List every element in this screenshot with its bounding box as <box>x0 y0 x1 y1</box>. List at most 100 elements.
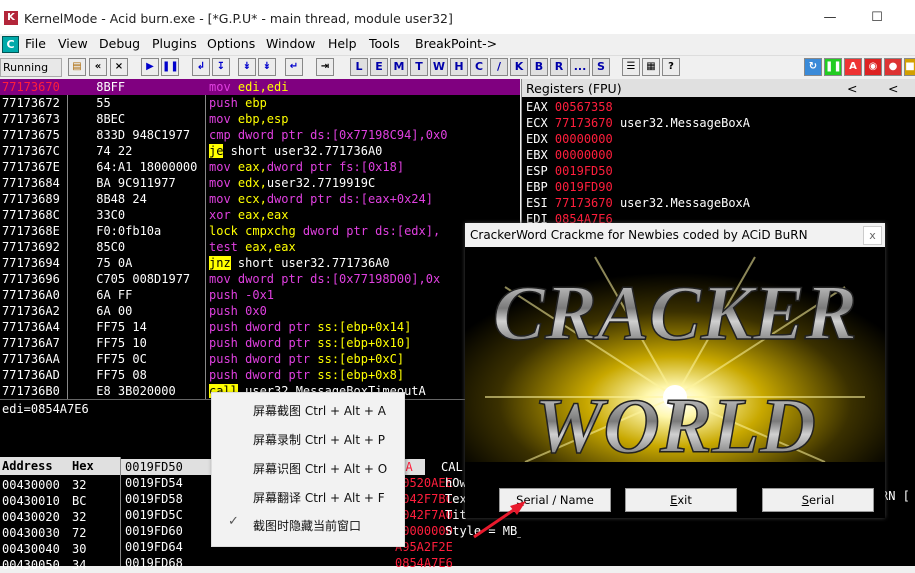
toolbar-letter-w[interactable]: W <box>430 58 448 76</box>
register-row[interactable]: EBX 00000000 <box>526 147 620 163</box>
toolbar-letter-m[interactable]: M <box>390 58 408 76</box>
disasm-row[interactable]: 7717368E F0:0fb10a lock cmpxchg dword ptr… <box>0 223 520 239</box>
menu-debug[interactable]: Debug <box>99 36 140 51</box>
stack-row[interactable]: 0019FD64 A95A2F2E <box>125 539 453 555</box>
instruction-token: ebp,esp <box>237 112 289 126</box>
toolbar-letter-slash[interactable]: / <box>490 58 508 76</box>
disasm-row[interactable]: 771736A7 FF75 10 push dword ptr ss:[ebp+0… <box>0 335 520 351</box>
instruction-token: mov <box>209 112 238 126</box>
disasm-row[interactable]: 77173692 85C0 test eax,eax <box>0 239 520 255</box>
toolbar-letter-b[interactable]: B <box>530 58 548 76</box>
toolbar-letter-s[interactable]: S <box>592 58 610 76</box>
menu-item-screen-record[interactable]: 屏幕录制 Ctrl + Alt + P <box>253 431 385 448</box>
menu-file[interactable]: File <box>25 36 46 51</box>
menu-view[interactable]: View <box>58 36 88 51</box>
toolbar-letter-dots[interactable]: ... <box>570 58 590 76</box>
options-icon[interactable]: ▦ <box>642 58 660 76</box>
execute-till-return-icon[interactable]: ↵ <box>285 58 303 76</box>
step-over-icon[interactable]: ↧ <box>212 58 230 76</box>
list-icon[interactable]: ☰ <box>622 58 640 76</box>
register-row[interactable]: EDX 00000000 <box>526 131 620 147</box>
disasm-row[interactable]: 77173694 75 0A jnz short user32.771736A0 <box>0 255 520 271</box>
menu-tools[interactable]: Tools <box>369 36 400 51</box>
maximize-button[interactable]: ☐ <box>862 6 892 30</box>
disasm-row[interactable]: 77173689 8B48 24 mov ecx,dword ptr ds:[ea… <box>0 191 520 207</box>
register-row[interactable]: ESI 77173670 user32.MessageBoxA <box>526 195 750 211</box>
menu-breakpoint[interactable]: BreakPoint-> <box>415 36 497 51</box>
disasm-row[interactable]: 77173684 BA 9C911977 mov edx,user32.77199… <box>0 175 520 191</box>
stack-row[interactable]: 0019FD68 0854A7E6 <box>125 555 453 571</box>
mdi-logo-icon[interactable]: C <box>2 36 19 53</box>
plugin-icon[interactable]: ■ <box>904 58 915 76</box>
disasm-row[interactable]: 771736A0 6A FF push -0x1 <box>0 287 520 303</box>
animate-into-icon[interactable]: ↡ <box>238 58 256 76</box>
stack-address: 0019FD58 <box>125 492 183 506</box>
menu-plugins[interactable]: Plugins <box>152 36 197 51</box>
exit-button[interactable]: Exit <box>625 488 737 512</box>
toolbar-letter-k[interactable]: K <box>510 58 528 76</box>
disasm-row[interactable]: 77173673 8BEC mov ebp,esp <box>0 111 520 127</box>
run-icon[interactable]: ▶ <box>141 58 159 76</box>
animate-over-icon[interactable]: ↡ <box>258 58 276 76</box>
menu-help[interactable]: Help <box>328 36 357 51</box>
register-row[interactable]: EAX 00567358 <box>526 99 620 115</box>
menu-item-screen-ocr[interactable]: 屏幕识图 Ctrl + Alt + O <box>253 460 387 477</box>
restart-icon[interactable]: « <box>89 58 107 76</box>
window-title: KernelMode - Acid burn.exe - [*G.P.U* - … <box>24 11 453 26</box>
disasm-row[interactable]: 771736AA FF75 0C push dword ptr ss:[ebp+0… <box>0 351 520 367</box>
menu-item-hide-window[interactable]: 截图时隐藏当前窗口 <box>253 517 361 534</box>
menu-item-screen-translate[interactable]: 屏幕翻译 Ctrl + Alt + F <box>253 489 385 506</box>
serial-button[interactable]: Serial <box>762 488 874 512</box>
stop-plugin-icon[interactable]: ● <box>884 58 902 76</box>
step-into-icon[interactable]: ↲ <box>192 58 210 76</box>
disasm-address: 77173672 <box>2 96 60 110</box>
disasm-row[interactable]: 7717368C 33C0 xor eax,eax <box>0 207 520 223</box>
prev-arrow-icon[interactable]: < <box>847 81 857 96</box>
menu-options[interactable]: Options <box>207 36 255 51</box>
disasm-instruction: mov edx,user32.7719919C <box>209 175 375 191</box>
stack-row[interactable]: 0019FD58 0042F7BC Tex <box>125 491 467 507</box>
disasm-row[interactable]: 771736A4 FF75 14 push dword ptr ss:[ebp+0… <box>0 319 520 335</box>
open-icon[interactable]: ▤ <box>68 58 86 76</box>
next-arrow-icon[interactable]: < <box>888 81 898 96</box>
pause-icon[interactable]: ❚❚ <box>161 58 179 76</box>
stack-row[interactable]: 0019FD5C 0042F7A0 Tit <box>125 507 467 523</box>
serial-hotkey: S <box>801 493 810 507</box>
menu-item-screenshot[interactable]: 屏幕截图 Ctrl + Alt + A <box>253 402 386 419</box>
dump-address: 00430030 <box>2 526 60 540</box>
disasm-row[interactable]: 7717367C 74 22 je short user32.771736A0 <box>0 143 520 159</box>
instruction-token: short user32.771736A0 <box>223 144 383 158</box>
disasm-row[interactable]: 77173696 C705 008D1977 mov dword ptr ds:[… <box>0 271 520 287</box>
disasm-row[interactable]: 77173672 55 push ebp <box>0 95 520 111</box>
a-plugin-icon[interactable]: A <box>844 58 862 76</box>
disasm-row[interactable]: 771736A2 6A 00 push 0x0 <box>0 303 520 319</box>
dump-pane[interactable]: Address Hex 00430000 32 00430010 BC 00430020… <box>0 457 120 572</box>
crackme-window[interactable]: CrackerWord Crackme for Newbies coded by… <box>465 223 885 518</box>
register-row[interactable]: ECX 77173670 user32.MessageBoxA <box>526 115 750 131</box>
toolbar-letter-l[interactable]: L <box>350 58 368 76</box>
disasm-row[interactable]: 7717367E 64:A1 18000000 mov eax,dword ptr… <box>0 159 520 175</box>
toolbar-letter-c[interactable]: C <box>470 58 488 76</box>
minimize-button[interactable]: — <box>815 6 845 30</box>
target-icon[interactable]: ◉ <box>864 58 882 76</box>
disassembly-pane[interactable]: 77173670 8BFF mov edi,edi 77173672 55 push … <box>0 79 520 399</box>
disasm-row[interactable]: 77173670 8BFF mov edi,edi <box>0 79 520 95</box>
register-row[interactable]: EBP 0019FD90 <box>526 179 620 195</box>
refresh-icon[interactable]: ↻ <box>804 58 822 76</box>
menu-window[interactable]: Window <box>266 36 315 51</box>
toolbar-letter-r[interactable]: R <box>550 58 568 76</box>
disasm-row[interactable]: 77173675 833D 948C1977 cmp dword ptr ds:[… <box>0 127 520 143</box>
toolbar-letter-h[interactable]: H <box>450 58 468 76</box>
dump-address: 00430010 <box>2 494 60 508</box>
pause-plugin-icon[interactable]: ❚❚ <box>824 58 842 76</box>
help-icon[interactable]: ? <box>662 58 680 76</box>
go-to-icon[interactable]: ⇥ <box>316 58 334 76</box>
toolbar-letter-t[interactable]: T <box>410 58 428 76</box>
disasm-row[interactable]: 771736AD FF75 08 push dword ptr ss:[ebp+0… <box>0 367 520 383</box>
toolbar-letter-e[interactable]: E <box>370 58 388 76</box>
register-row[interactable]: ESP 0019FD50 <box>526 163 620 179</box>
close-icon[interactable]: × <box>110 58 128 76</box>
crackme-close-button[interactable]: x <box>863 226 882 245</box>
stack-row[interactable]: 0019FD6000000000Style = MB_OK|MB_APPLMOD… <box>125 523 633 539</box>
stack-row[interactable]: 0019FD54 00520AEE hOw <box>125 475 467 491</box>
